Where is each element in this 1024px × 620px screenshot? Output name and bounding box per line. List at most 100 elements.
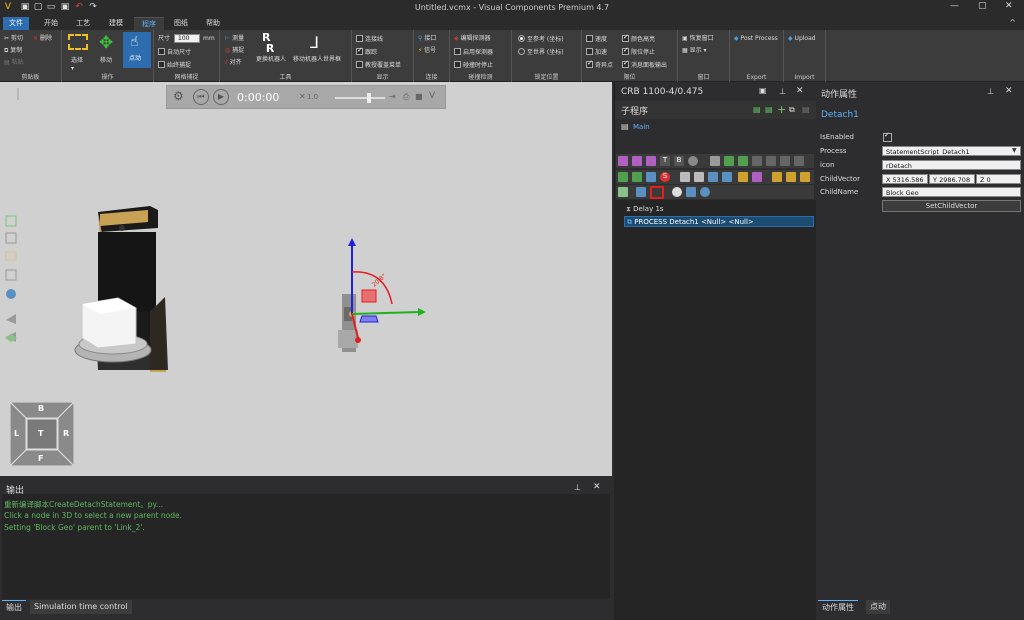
grid-size-input[interactable]: 100 [174, 34, 200, 43]
subprog-close-icon[interactable]: ✕ [796, 86, 804, 96]
new-routine-icon[interactable]: ▤ [753, 105, 761, 114]
comment-icon[interactable] [710, 156, 720, 166]
table-icon[interactable] [686, 187, 696, 197]
while-icon[interactable] [794, 156, 804, 166]
tab-output[interactable]: 输出 [2, 600, 26, 614]
statistics-icon[interactable] [738, 172, 748, 182]
robot-select-icon[interactable]: ▣ [759, 86, 767, 95]
reset-icon[interactable]: ⏮ [193, 89, 209, 105]
post-process-button[interactable]: ◆ Post Process [734, 35, 778, 43]
play-icon[interactable]: ▶ [213, 89, 229, 105]
jog-button[interactable]: ☝ 点动 [123, 32, 151, 68]
tab-help[interactable]: 帮助 [200, 17, 226, 30]
align-button[interactable]: ⫽ 对齐 [225, 59, 242, 67]
color-palette-icon[interactable] [672, 187, 682, 197]
maximize-icon[interactable]: ▢ [978, 1, 987, 11]
child-vector-x[interactable]: X 5316.586 [882, 174, 928, 184]
add-icon[interactable]: + [777, 103, 786, 116]
tab-jog[interactable]: 点动 [866, 600, 890, 614]
accel-checkbox[interactable]: 加速 [586, 48, 607, 57]
child-vector-z[interactable]: Z 0 [976, 174, 1021, 184]
is-enabled-checkbox[interactable] [883, 131, 892, 142]
wait-signal-icon[interactable] [738, 156, 748, 166]
if-icon[interactable] [780, 156, 790, 166]
statement-process-detach[interactable]: ⧉ PROCESS Detach1 <Null> <Null> [624, 216, 814, 227]
main-routine[interactable]: Main [633, 123, 650, 131]
swap-robot-button[interactable]: 更换机器人 [256, 56, 286, 64]
speed-checkbox[interactable]: 速度 [586, 35, 607, 44]
set-child-vector-button[interactable]: SetChildVector [882, 200, 1021, 212]
navigation-cube[interactable]: B L T R F [10, 402, 74, 466]
child-name-field[interactable]: Block Geo [882, 187, 1021, 197]
path-edit-icon[interactable] [752, 172, 762, 182]
teach-cover-checkbox[interactable]: 教授覆盖菜单 [356, 61, 401, 70]
show-dropdown[interactable]: ▦ 显示 ▾ [682, 47, 707, 55]
linear-motion-icon[interactable] [618, 156, 628, 166]
select-button[interactable]: 选择 ▾ [71, 57, 83, 73]
subprog-pin-icon[interactable]: ⊥ [779, 87, 786, 96]
cut-button[interactable]: ✂ 剪切 [4, 35, 23, 43]
restore-window-button[interactable]: ▣ 恢复窗口 [682, 35, 714, 43]
color-highlight-checkbox[interactable]: 颜色高亮 [622, 33, 655, 44]
manipulator-gizmo[interactable] [348, 238, 426, 343]
always-snap-checkbox[interactable]: 始终捕捉 [158, 61, 191, 70]
render-mode-icon[interactable] [6, 289, 16, 299]
icon-field[interactable]: rDetach [882, 160, 1021, 170]
output-close-icon[interactable]: ✕ [593, 482, 601, 492]
frame-2-icon[interactable] [786, 172, 796, 182]
nav-back[interactable]: B [38, 404, 44, 413]
snap-button[interactable]: ◎ 捕捉 [225, 47, 244, 55]
delete-button[interactable]: ✕ 删除 [33, 35, 52, 43]
minimize-icon[interactable]: — [950, 1, 959, 11]
nav-left[interactable]: L [14, 429, 19, 438]
home-icon[interactable] [688, 156, 698, 166]
move-robot-frame-button[interactable]: 移动机器人世界框 [293, 56, 341, 64]
network-icon[interactable] [700, 187, 710, 197]
pdf-icon[interactable]: ⎙ [403, 92, 409, 102]
edit-detector-button[interactable]: ◈ 编辑探测器 [454, 35, 491, 43]
pin-icon[interactable]: ⊥ [574, 483, 581, 492]
machine-model[interactable] [74, 206, 168, 372]
set-signal-icon[interactable] [724, 156, 734, 166]
print-icon[interactable] [680, 172, 690, 182]
settings-gear-icon[interactable]: ⚙ [173, 89, 184, 103]
call-icon[interactable] [752, 156, 762, 166]
speed-slider[interactable] [335, 97, 385, 99]
return-icon[interactable] [766, 156, 776, 166]
tab-program[interactable]: 程序 [134, 17, 164, 30]
connect-line-checkbox[interactable]: 连接线 [356, 35, 383, 44]
frame-3-icon[interactable] [800, 172, 810, 182]
set-tool-icon[interactable]: T [660, 156, 670, 166]
upload-button[interactable]: ◆ Upload [788, 35, 816, 43]
record-video-icon[interactable]: ■ [415, 92, 423, 101]
frame-1-icon[interactable] [772, 172, 782, 182]
nav-right[interactable]: R [63, 429, 69, 438]
tab-process[interactable]: 工艺 [70, 17, 96, 30]
tab-file[interactable]: 文件 [3, 17, 29, 30]
speed-slider-thumb[interactable] [367, 93, 371, 103]
release-icon[interactable] [722, 172, 732, 182]
tab-simulation-time-control[interactable]: Simulation time control [30, 600, 132, 614]
fit-view-icon[interactable] [5, 215, 17, 227]
singular-checkbox[interactable]: 奇异点 [586, 59, 613, 70]
nav-top[interactable]: T [38, 429, 43, 438]
set-base-icon[interactable]: B [674, 156, 684, 166]
process-dropdown[interactable]: StatementScript_Detach1 [882, 146, 1021, 156]
3d-viewport[interactable]: 20.8° [0, 82, 612, 476]
interface-button[interactable]: ⚲ 接口 [418, 35, 436, 43]
trace-checkbox[interactable]: 跟踪 [356, 46, 377, 57]
zoom-area-icon[interactable] [5, 232, 17, 244]
paste-button[interactable]: ▤ 粘贴 [4, 59, 24, 67]
ptp-motion-icon[interactable] [632, 156, 642, 166]
tab-home[interactable]: 开始 [38, 17, 64, 30]
grasp-icon[interactable] [708, 172, 718, 182]
tab-drawing[interactable]: 图纸 [168, 17, 194, 30]
tab-action-properties[interactable]: 动作属性 [818, 600, 858, 614]
vr-icon[interactable]: V [429, 91, 435, 101]
to-world-radio[interactable]: 至世界 (坐标) [518, 48, 564, 57]
props-close-icon[interactable]: ✕ [1005, 86, 1013, 96]
enable-detector-checkbox[interactable]: 启用探测器 [454, 48, 493, 57]
box-view-icon[interactable] [5, 269, 17, 281]
frame-icon[interactable] [5, 251, 17, 261]
move-button[interactable]: 移动 [100, 57, 112, 65]
